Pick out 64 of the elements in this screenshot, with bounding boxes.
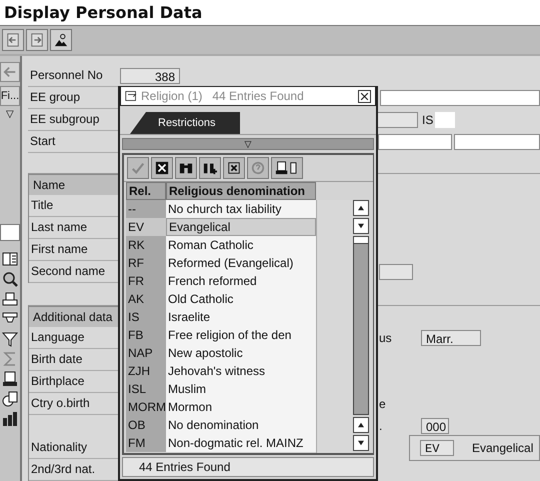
ee-group-field[interactable]	[380, 90, 540, 106]
section-title: Additional data	[33, 310, 112, 324]
scrollbar-thumb[interactable]	[354, 242, 368, 414]
side-input-field[interactable]	[0, 224, 20, 241]
restrictions-tab[interactable]: Restrictions	[130, 112, 240, 134]
cancel-button[interactable]	[151, 157, 173, 179]
window-title: Display Personal Data	[4, 3, 202, 22]
close-icon	[155, 161, 169, 175]
printer-icon	[275, 161, 299, 175]
list-icon[interactable]	[2, 251, 18, 267]
find-button[interactable]	[175, 157, 197, 179]
scroll-up-button[interactable]	[353, 417, 369, 433]
scroll-down-button[interactable]	[353, 218, 369, 234]
start-date-field[interactable]	[378, 134, 452, 150]
obscured-label: .	[379, 419, 382, 433]
dialog-icon	[125, 90, 137, 102]
scrollbar-track[interactable]	[353, 236, 369, 415]
page-icon[interactable]	[2, 371, 18, 387]
dialog-title: Religion (1) 44 Entries Found	[141, 89, 305, 103]
binoculars-plus-icon	[203, 161, 217, 175]
restrictions-toggle[interactable]: ▽	[122, 138, 374, 150]
ee-subgroup-code: IS	[422, 113, 434, 127]
bar-chart-icon[interactable]	[2, 411, 18, 427]
check-icon	[131, 161, 145, 175]
help-icon	[251, 161, 265, 175]
scroll-up-button[interactable]	[353, 200, 369, 216]
ee-subgroup-field[interactable]	[376, 112, 418, 128]
ee-subgroup-text-field[interactable]	[435, 112, 456, 128]
end-date-field[interactable]	[454, 134, 540, 150]
up-triangle-icon	[358, 205, 364, 211]
sort-button[interactable]	[223, 157, 245, 179]
scroll-down-button[interactable]	[353, 435, 369, 451]
field-label: Personnel No	[28, 65, 118, 87]
find-next-button[interactable]	[199, 157, 221, 179]
section-title: Name	[33, 178, 66, 192]
print-button[interactable]	[271, 157, 303, 179]
field-value[interactable]: Marr.	[421, 330, 481, 346]
obscured-label: us	[379, 331, 392, 345]
personnel-number-field[interactable]: 388	[120, 68, 180, 84]
up-triangle-icon	[358, 422, 364, 428]
nationality-text: Evangelical	[472, 441, 534, 455]
down-triangle-icon	[358, 440, 364, 446]
status-text: 44 Entries Found	[139, 460, 230, 474]
dropdown-marker[interactable]: ▽	[6, 110, 14, 120]
binoculars-icon	[179, 161, 193, 175]
down-triangle-icon	[358, 223, 364, 229]
obscured-label: e	[379, 397, 386, 411]
nationality-code-field[interactable]: EV	[420, 440, 454, 456]
search-icon[interactable]	[2, 271, 18, 287]
field-value[interactable]: 000	[421, 418, 449, 434]
filter-icon[interactable]	[2, 331, 18, 347]
find-button[interactable]: Fi...	[0, 86, 20, 106]
column-header: Religious denomination	[166, 182, 316, 200]
close-button[interactable]	[358, 90, 371, 102]
stamp-icon[interactable]	[2, 291, 18, 307]
column-header: Rel.	[126, 182, 166, 200]
second-name-field[interactable]	[379, 264, 413, 280]
image-button[interactable]	[50, 29, 72, 51]
previous-button[interactable]	[2, 29, 24, 51]
left-arrow-icon	[3, 65, 17, 79]
next-button[interactable]	[26, 29, 48, 51]
close-icon	[360, 92, 369, 100]
documents-icon[interactable]	[2, 391, 18, 407]
mountain-icon	[54, 33, 68, 47]
